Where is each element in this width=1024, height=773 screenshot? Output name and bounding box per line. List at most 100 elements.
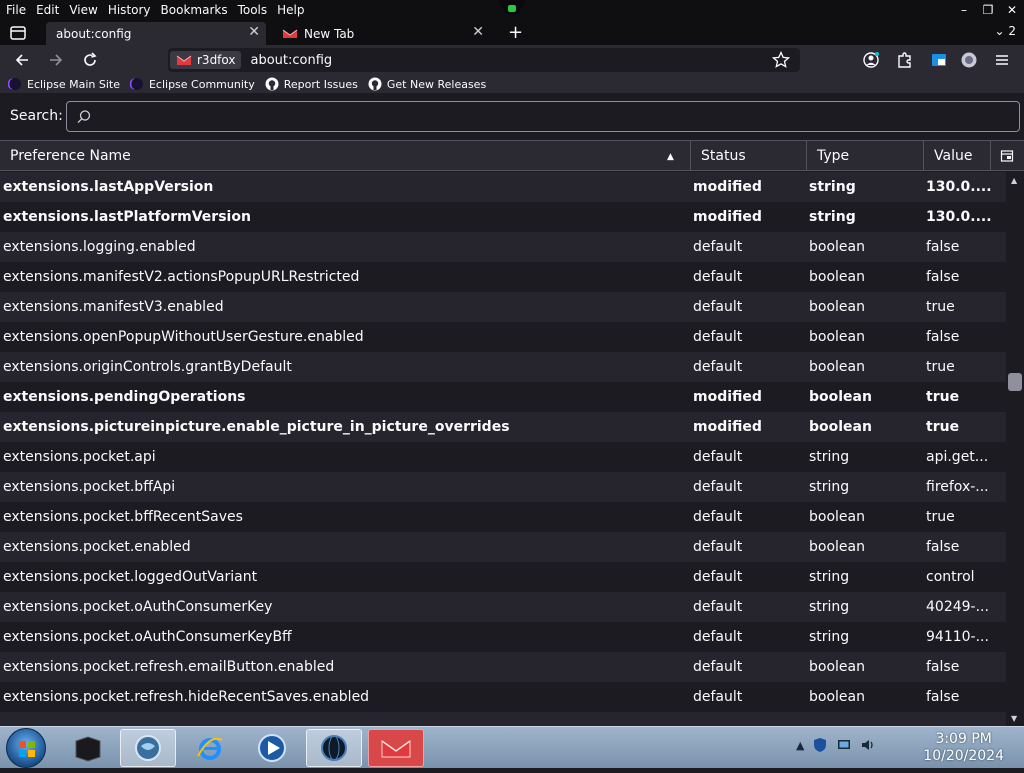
identity-label: r3dfox — [197, 53, 236, 67]
green-orb-icon — [498, 0, 526, 14]
taskbar-globe-app[interactable] — [306, 729, 362, 767]
bookmark-get-new-releases[interactable]: Get New Releases — [368, 77, 486, 91]
pref-value-cell: false — [926, 659, 960, 675]
column-header-value[interactable]: Value — [924, 141, 991, 171]
table-row[interactable]: extensions.pictureinpicture.enable_pictu… — [0, 412, 1006, 442]
close-tab-icon[interactable]: ✕ — [248, 24, 260, 40]
column-label: Status — [701, 148, 746, 164]
table-row[interactable]: extensions.pocket.loggedOutVariant defaul… — [0, 562, 1006, 592]
table-row[interactable]: extensions.pendingOperations modified bool… — [0, 382, 1006, 412]
search-label: Search: — [10, 108, 63, 124]
pref-type-cell: boolean — [809, 689, 865, 705]
pref-name-cell: extensions.pocket.bffRecentSaves — [3, 509, 243, 525]
column-header-status[interactable]: Status — [691, 141, 807, 171]
table-row[interactable]: extensions.pocket.oAuthConsumerKey defaul… — [0, 592, 1006, 622]
table-row[interactable]: extensions.pocket.bffRecentSaves default b… — [0, 502, 1006, 532]
bookmark-label: Report Issues — [283, 77, 358, 91]
menu-view[interactable]: View — [64, 3, 102, 17]
account-button[interactable] — [859, 49, 883, 71]
table-row[interactable]: extensions.manifestV2.actionsPopupURLRes… — [0, 262, 1006, 292]
scroll-down-arrow-icon[interactable]: ▼ — [1011, 714, 1017, 723]
table-row[interactable]: extensions.originControls.grantByDefault… — [0, 352, 1006, 382]
r3dfox-taskbar-icon — [381, 740, 411, 758]
extensions-button[interactable] — [893, 49, 917, 71]
taskbar-browser[interactable] — [120, 729, 176, 767]
minimize-button[interactable]: – — [952, 3, 976, 17]
bookmark-star-icon[interactable] — [772, 51, 790, 69]
ublock-extension-button[interactable] — [957, 49, 981, 71]
bookmark-report-issues[interactable]: Report Issues — [265, 77, 358, 91]
account-icon — [863, 52, 879, 68]
pref-value-cell: 94110-... — [926, 629, 989, 645]
clock-time: 3:09 PM — [935, 731, 992, 747]
pref-name-cell: extensions.pocket.oAuthConsumerKey — [3, 599, 273, 615]
back-button[interactable] — [10, 49, 34, 71]
pref-status-cell: modified — [693, 389, 762, 405]
bookmark-eclipse-community[interactable]: Eclipse Community — [129, 77, 255, 91]
menu-help[interactable]: Help — [272, 3, 309, 17]
show-hidden-icons-icon[interactable]: ▲ — [796, 739, 804, 752]
menu-tools[interactable]: Tools — [233, 3, 273, 17]
menu-edit[interactable]: Edit — [31, 3, 64, 17]
start-button[interactable] — [6, 728, 46, 768]
taskbar-r3dfox[interactable] — [368, 729, 424, 767]
url-bar[interactable]: r3dfox about:config — [168, 48, 800, 72]
pref-value-cell: control — [926, 569, 975, 585]
network-icon[interactable] — [836, 737, 852, 753]
pref-name-cell: extensions.pendingOperations — [3, 389, 246, 405]
table-row[interactable]: extensions.pocket.api default string api.ge… — [0, 442, 1006, 472]
table-row[interactable]: extensions.pocket.enabled default boolean f… — [0, 532, 1006, 562]
tab-about-config[interactable]: about:config ✕ — [46, 22, 266, 45]
identity-box[interactable]: r3dfox — [170, 51, 242, 69]
scrollbar-thumb[interactable] — [1008, 373, 1022, 391]
security-shield-icon[interactable] — [812, 737, 828, 753]
tab-overflow-button[interactable]: ⌄ 2 — [994, 24, 1016, 38]
table-row[interactable]: extensions.pocket.oAuthConsumerKeyBff def… — [0, 622, 1006, 652]
table-row[interactable] — [0, 712, 1006, 727]
pref-status-cell: modified — [693, 179, 762, 195]
taskbar-internet-explorer[interactable] — [182, 729, 238, 767]
new-tab-plus-icon[interactable]: + — [508, 22, 523, 43]
taskbar-media-player[interactable] — [244, 729, 300, 767]
table-row[interactable]: extensions.openPopupWithoutUserGesture.e… — [0, 322, 1006, 352]
bookmark-eclipse-main[interactable]: Eclipse Main Site — [8, 77, 120, 91]
table-row[interactable]: extensions.pocket.refresh.emailButton.en… — [0, 652, 1006, 682]
close-window-button[interactable]: ✕ — [1000, 3, 1024, 17]
table-row[interactable]: extensions.lastAppVersion modified string 1… — [0, 172, 1006, 202]
pref-type-cell: boolean — [809, 359, 865, 375]
table-row[interactable]: extensions.pocket.refresh.hideRecentSave… — [0, 682, 1006, 712]
table-row[interactable]: extensions.logging.enabled default boolean… — [0, 232, 1006, 262]
close-tab-icon[interactable]: ✕ — [472, 24, 484, 40]
list-all-tabs-icon[interactable] — [8, 24, 28, 42]
pref-status-cell: default — [693, 569, 743, 585]
volume-icon[interactable] — [860, 737, 876, 753]
app-menu-button[interactable] — [990, 49, 1014, 71]
table-row[interactable]: extensions.manifestV3.enabled default bool… — [0, 292, 1006, 322]
pref-type-cell: boolean — [809, 299, 865, 315]
column-header-type[interactable]: Type — [807, 141, 924, 171]
media-player-icon — [258, 734, 286, 762]
url-text[interactable]: about:config — [250, 53, 332, 68]
vertical-scrollbar[interactable]: ▲ ▼ — [1006, 172, 1024, 727]
pip-extension-button[interactable] — [927, 49, 951, 71]
menu-bookmarks[interactable]: Bookmarks — [156, 3, 233, 17]
pref-status-cell: default — [693, 659, 743, 675]
taskbar-terminal[interactable] — [60, 729, 116, 767]
search-input[interactable] — [66, 101, 1020, 132]
table-row[interactable]: extensions.pocket.bffApi default string fir… — [0, 472, 1006, 502]
pref-status-cell: default — [693, 479, 743, 495]
reload-button[interactable] — [78, 49, 102, 71]
clock[interactable]: 3:09 PM 10/20/2024 — [923, 731, 1004, 765]
column-header-name[interactable]: Preference Name — [0, 141, 691, 171]
menu-history[interactable]: History — [103, 3, 156, 17]
table-row[interactable]: extensions.lastPlatformVersion modified st… — [0, 202, 1006, 232]
pref-value-cell: false — [926, 689, 960, 705]
tab-new-tab[interactable]: New Tab ✕ — [272, 22, 490, 45]
forward-button[interactable] — [44, 49, 68, 71]
column-picker-icon[interactable] — [1000, 149, 1014, 163]
scroll-up-arrow-icon[interactable]: ▲ — [1011, 176, 1017, 185]
pref-name-cell: extensions.pocket.refresh.emailButton.en… — [3, 659, 335, 675]
pref-type-cell: boolean — [809, 539, 865, 555]
menu-file[interactable]: File — [0, 3, 31, 17]
restore-button[interactable]: ❐ — [976, 3, 1000, 17]
